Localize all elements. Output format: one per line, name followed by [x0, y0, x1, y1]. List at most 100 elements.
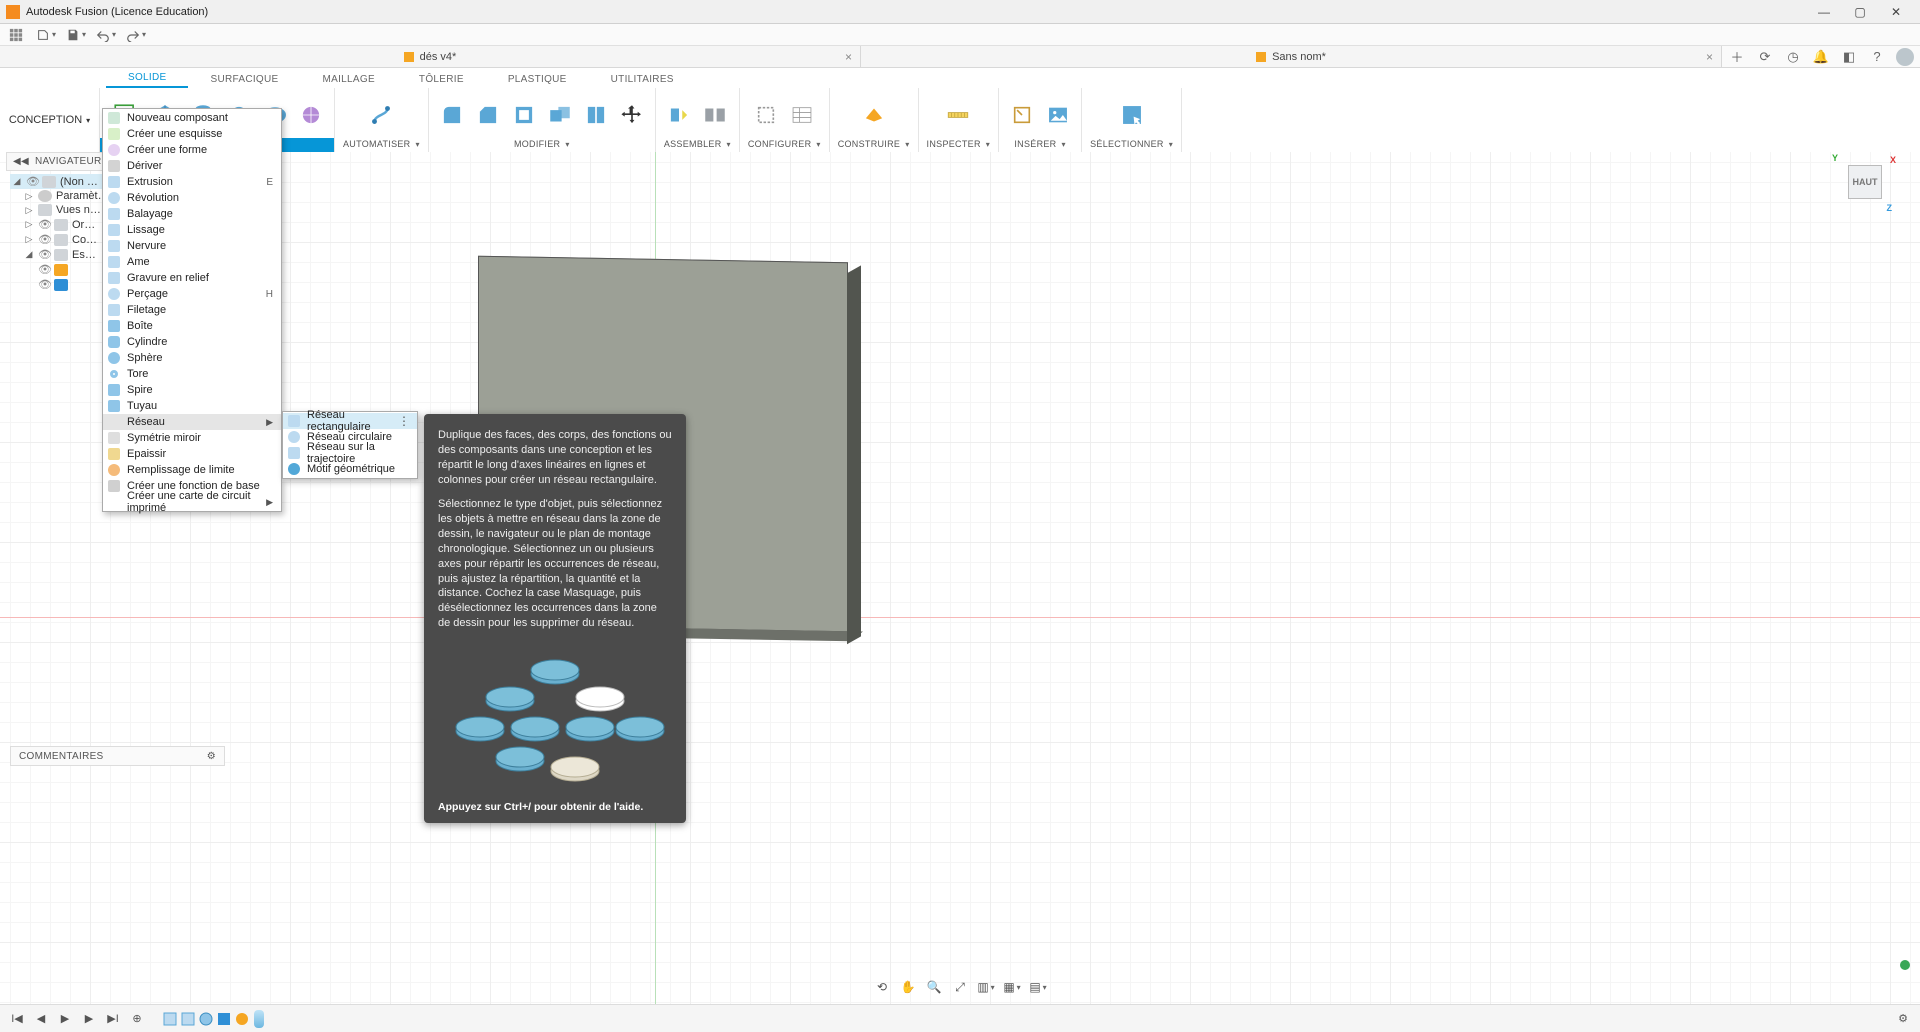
tree-toggle-icon[interactable]: ▷ — [24, 219, 34, 230]
ribbon-tab-solide[interactable]: SOLIDE — [106, 69, 188, 88]
comments-toggle-icon[interactable]: ⚙ — [207, 751, 216, 762]
timeline-next-button[interactable]: ▶ — [80, 1010, 98, 1028]
tool-measure[interactable] — [941, 98, 975, 132]
ribbon-group-label[interactable]: ASSEMBLER — [664, 137, 731, 152]
menu-item-ame[interactable]: Ame — [103, 254, 281, 270]
visibility-icon[interactable]: 👁 — [26, 175, 38, 188]
menu-item-filetage[interactable]: Filetage — [103, 302, 281, 318]
visibility-icon[interactable]: 👁 — [38, 278, 50, 291]
timeline-node[interactable] — [162, 1011, 178, 1027]
menu-item-reseau[interactable]: Réseau▶ — [103, 414, 281, 430]
tool-move[interactable] — [617, 100, 647, 130]
save-button[interactable] — [64, 26, 88, 44]
timeline-start-button[interactable]: I◀ — [8, 1010, 26, 1028]
menu-item-gravure[interactable]: Gravure en relief — [103, 270, 281, 286]
visibility-icon[interactable]: 👁 — [38, 233, 50, 246]
undo-button[interactable] — [94, 26, 118, 44]
zoom-fit-button[interactable]: ⤢ — [951, 978, 969, 996]
file-menu-button[interactable] — [34, 26, 58, 44]
menu-item-symetrie[interactable]: Symétrie miroir — [103, 430, 281, 446]
menu-item-revolution[interactable]: Révolution — [103, 190, 281, 206]
tool-combine[interactable] — [545, 100, 575, 130]
menu-item-epaissir[interactable]: Epaissir — [103, 446, 281, 462]
menu-item-tuyau[interactable]: Tuyau — [103, 398, 281, 414]
workspace-selector[interactable]: CONCEPTION▾ — [0, 88, 100, 152]
close-tab-button[interactable]: × — [1706, 50, 1713, 64]
tool-chamfer[interactable] — [473, 100, 503, 130]
ribbon-group-label[interactable]: CONFIGURER — [748, 137, 821, 152]
view-cube[interactable]: HAUT X Y Z — [1840, 157, 1890, 207]
tool-config-table[interactable] — [787, 100, 817, 130]
timeline-node[interactable] — [180, 1011, 196, 1027]
extensions-icon[interactable]: ◧ — [1840, 48, 1858, 66]
view-cube-face[interactable]: HAUT — [1848, 165, 1882, 199]
menu-item-carte-circuit[interactable]: Créer une carte de circuit imprimé▶ — [103, 494, 281, 510]
viewport-button[interactable]: ▤ — [1029, 978, 1047, 996]
tool-form[interactable] — [296, 100, 326, 130]
tree-toggle-icon[interactable]: ◢ — [24, 249, 34, 260]
window-minimize-button[interactable]: — — [1806, 0, 1842, 24]
tool-fillet[interactable] — [437, 100, 467, 130]
collapse-icon[interactable]: ◀◀ — [13, 156, 29, 167]
ribbon-group-label[interactable]: AUTOMATISER — [343, 137, 420, 152]
timeline-settings-button[interactable]: ⚙ — [1894, 1010, 1912, 1028]
timeline-node[interactable] — [234, 1011, 250, 1027]
timeline-feature-marker[interactable]: ⊕ — [128, 1010, 146, 1028]
menu-item-percage[interactable]: PerçageH — [103, 286, 281, 302]
redo-button[interactable] — [124, 26, 148, 44]
menu-item-extrusion[interactable]: ExtrusionE — [103, 174, 281, 190]
visibility-icon[interactable]: 👁 — [38, 218, 50, 231]
menu-item-spire[interactable]: Spire — [103, 382, 281, 398]
menu-item-motif-geom[interactable]: Motif géométrique — [283, 461, 417, 477]
help-icon[interactable]: ? — [1868, 48, 1886, 66]
ribbon-tab-surfacique[interactable]: SURFACIQUE — [188, 71, 300, 88]
menu-item-nervure[interactable]: Nervure — [103, 238, 281, 254]
ribbon-group-label[interactable]: SÉLECTIONNER — [1090, 137, 1173, 152]
clock-icon[interactable]: ◷ — [1784, 48, 1802, 66]
window-maximize-button[interactable]: ▢ — [1842, 0, 1878, 24]
visibility-icon[interactable]: 👁 — [38, 248, 50, 261]
tool-select[interactable] — [1115, 98, 1149, 132]
pin-icon[interactable]: ⋮ — [398, 414, 409, 428]
timeline-end-button[interactable]: ▶I — [104, 1010, 122, 1028]
document-tab[interactable]: dés v4* × — [0, 46, 861, 67]
tool-plane[interactable] — [857, 98, 891, 132]
menu-item-creer-forme[interactable]: Créer une forme — [103, 142, 281, 158]
timeline-node[interactable] — [216, 1011, 232, 1027]
menu-item-balayage[interactable]: Balayage — [103, 206, 281, 222]
menu-item-cylindre[interactable]: Cylindre — [103, 334, 281, 350]
tool-automate[interactable] — [364, 98, 398, 132]
document-tab[interactable]: Sans nom* × — [861, 46, 1722, 67]
tool-insert-image[interactable] — [1043, 100, 1073, 130]
comments-bar[interactable]: COMMENTAIRES ⚙ — [10, 746, 225, 766]
menu-item-lissage[interactable]: Lissage — [103, 222, 281, 238]
menu-item-sphere[interactable]: Sphère — [103, 350, 281, 366]
model-canvas[interactable]: HAUT X Y Z ⟲ ✋ 🔍 ⤢ ▥ ▦ ▤ — [0, 152, 1920, 1004]
window-close-button[interactable]: ✕ — [1878, 0, 1914, 24]
ribbon-tab-plastique[interactable]: PLASTIQUE — [486, 71, 589, 88]
menu-item-creer-esquisse[interactable]: Créer une esquisse — [103, 126, 281, 142]
ribbon-tab-maillage[interactable]: MAILLAGE — [301, 71, 397, 88]
timeline-play-button[interactable]: ▶ — [56, 1010, 74, 1028]
status-indicator[interactable] — [1900, 960, 1910, 970]
bell-icon[interactable]: 🔔 — [1812, 48, 1830, 66]
ribbon-group-label[interactable]: INSPECTER — [927, 137, 991, 152]
tree-toggle-icon[interactable]: ▷ — [24, 205, 34, 216]
tool-insert-derive[interactable] — [1007, 100, 1037, 130]
ribbon-group-label[interactable]: CONSTRUIRE — [838, 137, 910, 152]
menu-item-tore[interactable]: Tore — [103, 366, 281, 382]
user-avatar[interactable] — [1896, 48, 1914, 66]
menu-item-remplissage[interactable]: Remplissage de limite — [103, 462, 281, 478]
tool-joint[interactable] — [664, 100, 694, 130]
menu-item-reseau-traj[interactable]: Réseau sur la trajectoire — [283, 445, 417, 461]
tree-toggle-icon[interactable]: ▷ — [24, 191, 34, 202]
grid-button[interactable]: ▦ — [1003, 978, 1021, 996]
ribbon-tab-tolerie[interactable]: TÔLERIE — [397, 71, 486, 88]
orbit-button[interactable]: ⟲ — [873, 978, 891, 996]
visibility-icon[interactable]: 👁 — [38, 263, 50, 276]
ribbon-group-label[interactable]: INSÉRER — [1014, 137, 1065, 152]
ribbon-tab-utilitaires[interactable]: UTILITAIRES — [589, 71, 696, 88]
timeline-prev-button[interactable]: ◀ — [32, 1010, 50, 1028]
tool-config-1[interactable] — [751, 100, 781, 130]
new-tab-button[interactable]: ＋ — [1728, 48, 1746, 66]
